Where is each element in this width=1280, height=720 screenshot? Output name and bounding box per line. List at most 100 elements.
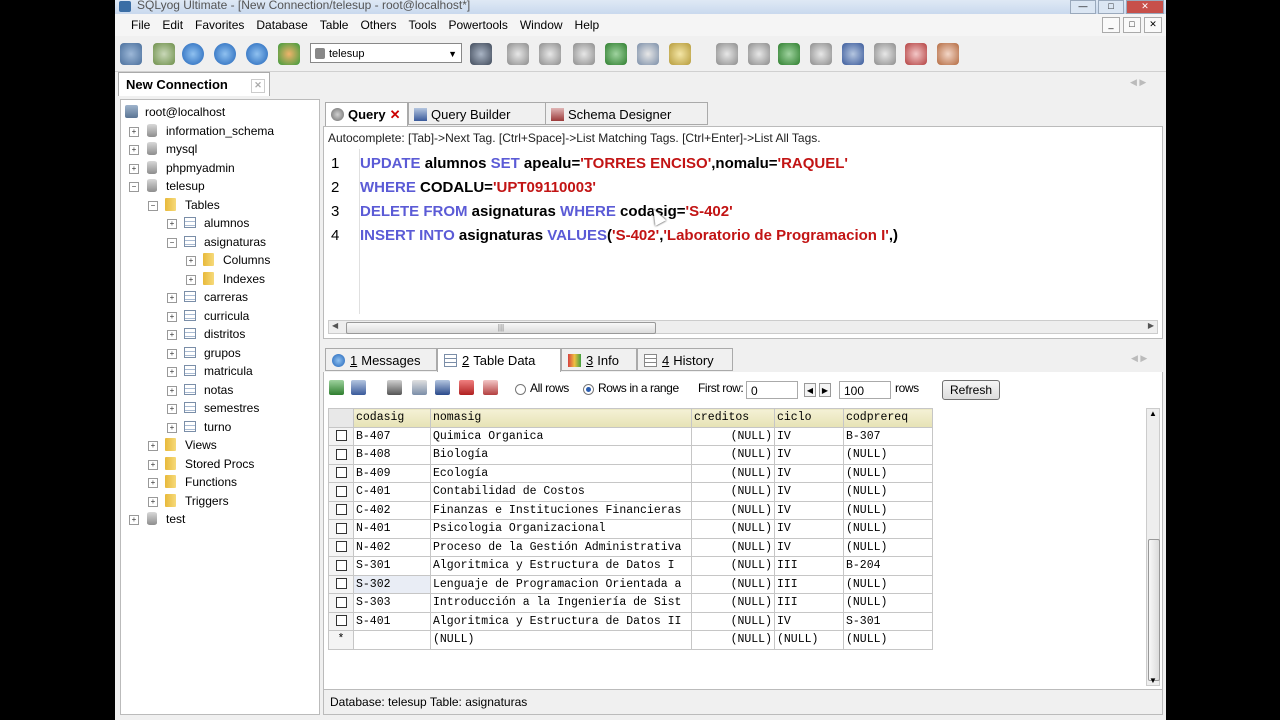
database-select[interactable]: telesup ▼ (310, 43, 462, 63)
menu-window[interactable]: Window (514, 18, 569, 32)
table-row[interactable]: C-401 Contabilidad de Costos (NULL) IV (NULL… (328, 482, 933, 502)
table-cell[interactable]: (NULL) (691, 519, 775, 539)
copy-data-icon[interactable] (351, 380, 366, 395)
table-cell[interactable]: S-301 (353, 556, 431, 576)
table-cell[interactable]: Lenguaje de Programacion Orientada a (430, 574, 692, 594)
table-cell[interactable]: (NULL) (691, 611, 775, 631)
table-cell[interactable]: S-302 (353, 574, 431, 594)
filter-icon[interactable] (387, 380, 402, 395)
table-cell[interactable]: (NULL) (843, 593, 933, 613)
row-checkbox-cell[interactable] (328, 537, 354, 557)
table-cell[interactable]: (NULL) (843, 445, 933, 465)
table-cell[interactable]: (NULL) (843, 463, 933, 483)
table-cell[interactable]: Biología (430, 445, 692, 465)
expand-icon[interactable]: + (129, 145, 139, 155)
table-cell[interactable]: (NULL) (691, 537, 775, 557)
table-cell[interactable]: B-407 (353, 426, 431, 446)
scroll-right-icon[interactable]: ▶ (1148, 321, 1154, 330)
scroll-thumb[interactable] (1148, 539, 1160, 681)
mdi-close-button[interactable]: ✕ (1144, 17, 1162, 33)
row-checkbox[interactable] (335, 467, 347, 479)
table-cell[interactable]: (NULL) (691, 463, 775, 483)
export-data-icon[interactable] (329, 380, 344, 395)
table-cell[interactable]: IV (774, 500, 844, 520)
result-tab-scroll-icon[interactable]: ◀ ▶ (1131, 353, 1147, 364)
tree-folder-tables[interactable]: − Tables (148, 196, 220, 214)
table-cell[interactable]: (NULL) (774, 630, 844, 650)
insert-row-icon[interactable] (412, 380, 427, 395)
table-cell[interactable]: (NULL) (843, 537, 933, 557)
schedule-icon[interactable] (669, 43, 691, 65)
expand-icon[interactable]: + (148, 460, 158, 470)
table-cell[interactable]: IV (774, 519, 844, 539)
sync-icon[interactable] (716, 43, 738, 65)
table-cell[interactable]: C-402 (353, 500, 431, 520)
tree-table-curricula[interactable]: + curricula (167, 307, 249, 325)
expand-icon[interactable]: + (167, 293, 177, 303)
migration-icon[interactable] (810, 43, 832, 65)
table-cell[interactable]: (NULL) (691, 556, 775, 576)
menu-others[interactable]: Others (354, 18, 402, 32)
row-checkbox-cell[interactable] (328, 500, 354, 520)
execute-edit-icon[interactable] (246, 43, 268, 65)
table-cell[interactable]: IV (774, 445, 844, 465)
tree-db-mysql[interactable]: + mysql (129, 140, 197, 158)
connection-tab-close-icon[interactable]: ✕ (251, 79, 265, 93)
row-checkbox-cell[interactable] (328, 482, 354, 502)
delete-icon[interactable] (459, 380, 474, 395)
expand-icon[interactable]: + (148, 497, 158, 507)
expand-icon[interactable]: + (129, 515, 139, 525)
table-cell[interactable]: Proceso de la Gestión Administrativa (430, 537, 692, 557)
tree-folder-columns[interactable]: + Columns (186, 251, 270, 269)
tree-server[interactable]: root@localhost (125, 103, 225, 121)
tab-query[interactable]: Query ✕ (325, 102, 408, 126)
expand-icon[interactable]: + (167, 367, 177, 377)
table-cell[interactable]: (NULL) (691, 574, 775, 594)
table-cell[interactable]: (NULL) (843, 482, 933, 502)
row-checkbox[interactable] (335, 559, 347, 571)
sql-editor[interactable]: Autocomplete: [Tab]->Next Tag. [Ctrl+Spa… (323, 126, 1163, 339)
tree-db-phpmyadmin[interactable]: + phpmyadmin (129, 159, 235, 177)
table-row[interactable]: N-402 Proceso de la Gestión Administrativ… (328, 537, 933, 557)
table-cell[interactable]: (NULL) (843, 630, 933, 650)
table-cell[interactable]: Algoritmica y Estructura de Datos I (430, 556, 692, 576)
tree-table-matricula[interactable]: + matricula (167, 362, 253, 380)
row-checkbox[interactable] (335, 578, 347, 590)
table-cell[interactable]: (NULL) (843, 574, 933, 594)
scroll-left-icon[interactable]: ◀ (332, 321, 338, 330)
table-cell[interactable]: (NULL) (843, 519, 933, 539)
column-header[interactable]: creditos (691, 408, 775, 428)
tree-table-turno[interactable]: + turno (167, 418, 231, 436)
table-cell[interactable]: (NULL) (691, 426, 775, 446)
grid-vertical-scrollbar[interactable]: ▲ ▼ (1146, 408, 1160, 686)
tab-query-builder[interactable]: Query Builder (408, 102, 546, 125)
rows-in-range-radio[interactable] (583, 384, 594, 395)
backup-icon[interactable] (507, 43, 529, 65)
table-row[interactable]: N-401 Psicologia Organizacional (NULL) IV (N… (328, 519, 933, 539)
collapse-icon[interactable]: − (167, 238, 177, 248)
rows-count-input[interactable]: 100 (839, 381, 891, 399)
table-row[interactable]: S-303 Introducción a la Ingeniería de Sis… (328, 593, 933, 613)
expand-icon[interactable]: + (167, 404, 177, 414)
table-cell[interactable]: Finanzas e Instituciones Financieras (430, 500, 692, 520)
tree-folder-functions[interactable]: + Functions (148, 473, 237, 491)
table-cell[interactable]: III (774, 593, 844, 613)
table-cell[interactable]: Ecología (430, 463, 692, 483)
new-row-marker[interactable]: * (328, 630, 354, 650)
menu-database[interactable]: Database (250, 18, 313, 32)
table-cell[interactable]: B-204 (843, 556, 933, 576)
new-row[interactable]: * (NULL) (NULL) (NULL) (NULL) (328, 630, 933, 650)
mdi-minimize-button[interactable]: _ (1102, 17, 1120, 33)
table-cell[interactable]: III (774, 556, 844, 576)
row-checkbox-cell[interactable] (328, 445, 354, 465)
table-cell[interactable]: III (774, 574, 844, 594)
table-cell[interactable]: (NULL) (691, 593, 775, 613)
menu-tools[interactable]: Tools (402, 18, 442, 32)
tree-folder-triggers[interactable]: + Triggers (148, 492, 229, 510)
table-cell[interactable]: IV (774, 611, 844, 631)
tree-table-alumnos[interactable]: + alumnos (167, 214, 249, 232)
row-checkbox[interactable] (335, 504, 347, 516)
table-row[interactable]: S-301 Algoritmica y Estructura de Datos I… (328, 556, 933, 576)
row-checkbox-cell[interactable] (328, 574, 354, 594)
row-checkbox[interactable] (335, 596, 347, 608)
